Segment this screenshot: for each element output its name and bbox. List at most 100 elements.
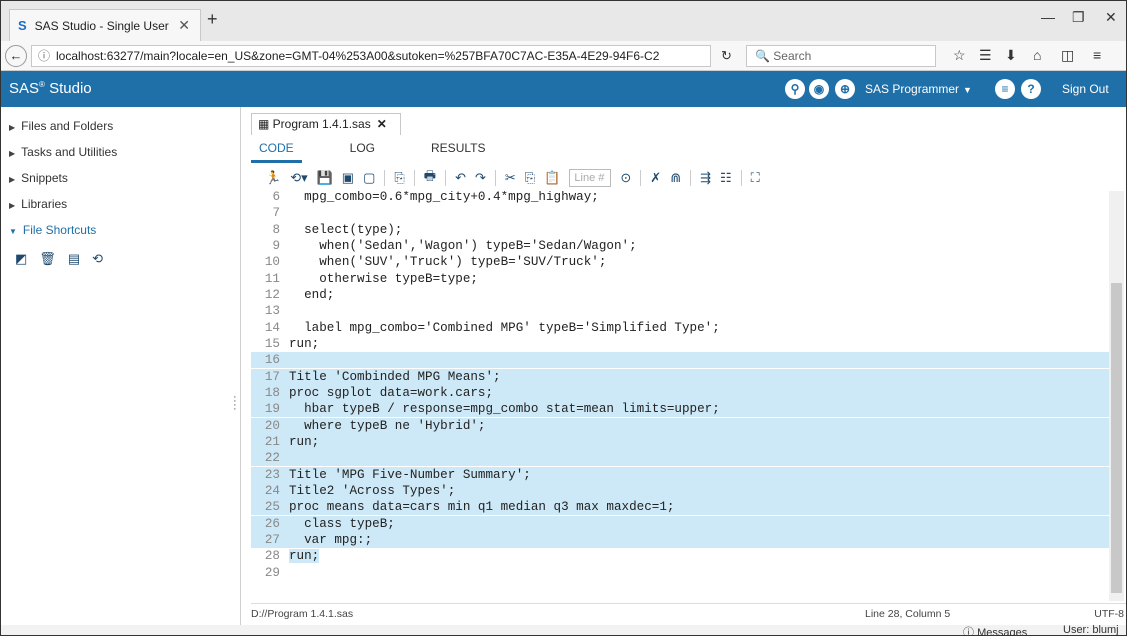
info-icon: ⓘ — [963, 627, 978, 636]
browser-titlebar: S SAS Studio - Single User ✕ + — ❐ ✕ — [1, 1, 1126, 41]
properties-icon[interactable]: ▤ — [68, 251, 80, 267]
code-line: 28 run; — [264, 549, 320, 563]
close-window-icon[interactable]: ✕ — [1105, 9, 1117, 26]
close-tab-icon[interactable]: ✕ — [178, 17, 190, 34]
go-to-line-icon[interactable]: ⊙ — [620, 170, 631, 186]
sas-favicon-icon: S — [18, 18, 27, 33]
cursor-position: Line 28, Column 5 — [865, 608, 951, 620]
save-as-icon[interactable]: ▣ — [342, 170, 354, 186]
globe-icon[interactable]: ⊕ — [835, 79, 855, 99]
sas-header: SAS® Studio ⚲ ◉ ⊕ SAS Programmer ▼ ≡ ? Si… — [1, 71, 1126, 107]
code-line: 6 mpg_combo=0.6*mpg_city+0.4*mpg_highway… — [272, 191, 599, 204]
navigation-pane: ▶ Files and Folders ▶ Tasks and Utilities … — [1, 107, 241, 625]
code-insert-icon[interactable]: ☷ — [720, 170, 732, 186]
code-line: 13 — [264, 304, 280, 318]
search-icon[interactable]: ⚲ — [785, 79, 805, 99]
splitter-handle-icon[interactable]: · · · · — [233, 392, 237, 415]
code-line: 29 — [264, 566, 280, 580]
save-icon[interactable]: 💾 — [317, 170, 333, 186]
messages-link[interactable]: ⓘ Messages — [963, 624, 1027, 636]
program-icon: ▦ — [258, 117, 273, 131]
tab-results[interactable]: RESULTS — [423, 139, 493, 163]
chevron-down-icon: ▼ — [9, 227, 17, 236]
options-menu-icon[interactable]: ≡ — [995, 79, 1015, 99]
editor-status-bar: D://Program 1.4.1.sas Line 28, Column 5 … — [251, 603, 1126, 623]
code-editor[interactable]: 6 mpg_combo=0.6*mpg_city+0.4*mpg_highway… — [251, 191, 1109, 601]
chevron-right-icon: ▶ — [9, 175, 16, 184]
editor-tabs: CODE LOG RESULTS — [251, 139, 493, 163]
editor-scrollbar[interactable] — [1109, 191, 1124, 601]
browser-tab-title: SAS Studio - Single User — [34, 18, 169, 33]
code-line: 26 class typeB; — [251, 516, 1109, 533]
close-icon[interactable]: ✕ — [377, 117, 387, 131]
code-line: 9 when('Sedan','Wagon') typeB='Sedan/Wag… — [272, 239, 637, 253]
editor-pane: ▦ Program 1.4.1.sas ✕ CODE LOG RESULTS 🏃 … — [233, 107, 1126, 625]
code-line: 21 run; — [251, 434, 1109, 451]
bookmark-star-icon[interactable]: ☆ — [953, 47, 966, 64]
info-icon: ⓘ — [38, 49, 51, 63]
print-icon[interactable]: 🖶 — [424, 167, 436, 189]
code-line: 17 Title 'Combinded MPG Means'; — [251, 369, 1109, 386]
sidebar-item-libraries[interactable]: ▶ Libraries — [9, 197, 67, 215]
copy-icon[interactable]: ⎘ — [525, 170, 535, 186]
file-tab-label: Program 1.4.1.sas — [272, 117, 371, 131]
toolbar-divider — [445, 170, 447, 186]
reading-list-icon[interactable]: ☰ — [979, 47, 992, 64]
home-icon[interactable]: ⌂ — [1033, 47, 1041, 63]
menu-icon[interactable]: ≡ — [1093, 47, 1101, 63]
history-icon[interactable]: ⟲▾ — [290, 170, 307, 186]
maximize-view-icon[interactable]: ⛶ — [751, 170, 760, 186]
code-line: 25 proc means data=cars min q1 median q3 … — [251, 499, 1109, 516]
minimize-icon[interactable]: — — [1041, 9, 1055, 25]
search-input[interactable]: 🔍 Search — [746, 45, 936, 67]
code-line: 12 end; — [264, 288, 335, 302]
toolbar-divider — [690, 170, 692, 186]
browser-tab[interactable]: S SAS Studio - Single User ✕ — [9, 9, 201, 41]
app-status-bar: ⓘ Messages User: blumj — [1, 624, 1126, 636]
code-line: 19 hbar typeB / response=mpg_combo stat=… — [251, 401, 1109, 418]
address-bar-row: ← ⓘ localhost:63277/main?locale=en_US&zon… — [1, 41, 1126, 71]
user-label: User: blumj — [1063, 624, 1119, 636]
run-icon[interactable]: 🏃 — [265, 170, 281, 186]
pocket-icon[interactable]: ◫ — [1061, 47, 1074, 64]
back-arrow-icon[interactable]: ← — [5, 45, 27, 67]
sidebar-item-tasks-and-utilities[interactable]: ▶ Tasks and Utilities — [9, 145, 117, 163]
undo-icon[interactable]: ↶ — [455, 170, 466, 186]
open-shortcut-icon[interactable]: ◩ — [15, 251, 27, 267]
delete-icon[interactable]: 🗑 — [39, 251, 56, 267]
export-icon[interactable]: ⎘ — [394, 170, 404, 186]
format-code-icon[interactable]: ⋒ — [670, 170, 681, 186]
download-icon[interactable]: ⬇ — [1005, 47, 1017, 64]
help-icon[interactable]: ? — [1021, 79, 1041, 99]
tab-log[interactable]: LOG — [342, 139, 383, 163]
url-field[interactable]: ⓘ localhost:63277/main?locale=en_US&zone=… — [31, 45, 711, 67]
reload-icon[interactable]: ↻ — [721, 48, 732, 64]
paste-icon[interactable]: 📋 — [544, 170, 560, 186]
save-as-dialog-icon[interactable]: ▢ — [363, 170, 375, 186]
role-menu[interactable]: SAS Programmer ▼ — [865, 82, 972, 96]
toolbar-divider — [384, 170, 386, 186]
clear-code-icon[interactable]: ✗ — [650, 170, 661, 186]
sign-out-link[interactable]: Sign Out — [1062, 82, 1109, 96]
add-to-snippets-icon[interactable]: ⇶ — [700, 170, 711, 186]
open-icon[interactable]: ◉ — [809, 79, 829, 99]
code-line: 14 label mpg_combo='Combined MPG' typeB=… — [264, 321, 720, 335]
line-number-input[interactable]: Line # — [569, 169, 612, 187]
scrollbar-thumb[interactable] — [1111, 283, 1122, 593]
code-line: 7 — [272, 206, 280, 220]
cut-icon[interactable]: ✂ — [505, 170, 516, 186]
restore-icon[interactable]: ❐ — [1072, 9, 1085, 26]
sidebar-item-files-and-folders[interactable]: ▶ Files and Folders — [9, 119, 113, 137]
program-file-tab[interactable]: ▦ Program 1.4.1.sas ✕ — [251, 113, 401, 135]
new-tab-icon[interactable]: + — [207, 9, 218, 30]
refresh-icon[interactable]: ⟲ — [92, 251, 103, 267]
toolbar-divider — [740, 170, 742, 186]
toolbar-divider — [413, 170, 415, 186]
sidebar-item-snippets[interactable]: ▶ Snippets — [9, 171, 68, 189]
sidebar-item-file-shortcuts[interactable]: ▼ File Shortcuts — [9, 223, 96, 241]
search-placeholder: Search — [773, 49, 812, 63]
toolbar-divider — [640, 170, 642, 186]
redo-icon[interactable]: ↷ — [475, 170, 486, 186]
tab-code[interactable]: CODE — [251, 139, 302, 163]
browser-window: S SAS Studio - Single User ✕ + — ❐ ✕ ← ⓘ… — [0, 0, 1127, 636]
